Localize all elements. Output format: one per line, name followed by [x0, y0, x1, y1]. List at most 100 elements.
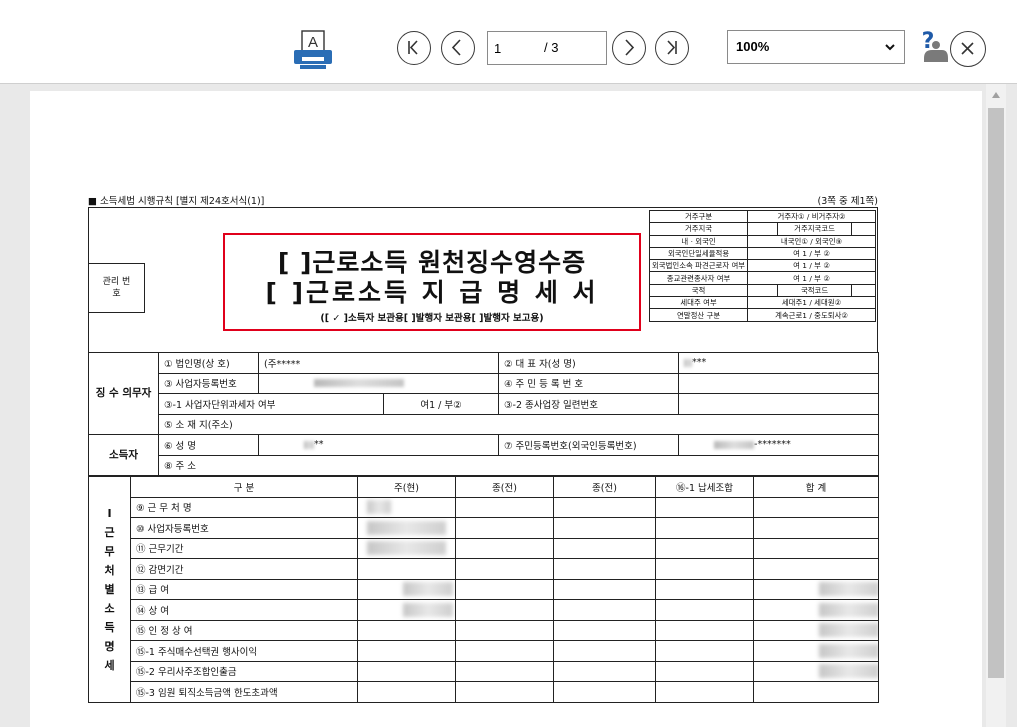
nationality-type-value: 내국인① / 외국인⑨	[747, 234, 876, 248]
earner-section-label: 소득자	[88, 434, 159, 476]
scroll-up-arrow-icon[interactable]	[992, 92, 1000, 98]
income-section-text: Ⅰ 근 무 처 별 소 득 명 세	[104, 506, 115, 672]
payer-address-label: ⑤ 소 재 지(주소)	[157, 413, 880, 435]
form-title-box: [ ]근로소득 원천징수영수증 [ ]근로소득 지 급 명 세 서 ([ ✓ ]…	[223, 233, 641, 331]
household-head-label: 세대주 여부	[648, 296, 749, 310]
close-button[interactable]	[950, 31, 986, 67]
resident-number-value	[678, 372, 880, 394]
income-col-total: 합 계	[753, 476, 879, 498]
row-label: ⑩ 사업자등록번호	[130, 517, 358, 539]
next-page-button[interactable]	[612, 31, 646, 65]
page-total: / 3	[544, 40, 559, 55]
last-page-button[interactable]	[655, 31, 689, 65]
table-row: ⑭ 상 여	[89, 599, 879, 621]
last-page-icon	[667, 40, 677, 55]
company-name-value: (주*****	[257, 352, 500, 374]
residence-country-code-label: 거주지국코드	[777, 222, 852, 236]
single-rate-value: 여 1 / 부 ②	[747, 246, 876, 261]
nationality-code-label: 국적코드	[777, 283, 852, 298]
residency-type-value: 거주자① / 비거주자②	[747, 209, 876, 224]
business-number-label: ③ 사업자등록번호	[158, 372, 259, 394]
unit-tax-label: ③-1 사업자단위과세자 여부	[158, 393, 384, 415]
row-label: ⑮-2 우리사주조합인출금	[130, 660, 358, 682]
tax-form: ■ 소득세법 시행규칙 [별지 제24호서식(1)] (3쪽 중 제1쪽) 관리…	[88, 191, 880, 703]
management-number-label: 관리 번호	[89, 263, 145, 313]
branch-serial-label: ③-2 종사업장 일련번호	[498, 393, 680, 415]
row-label: ⑮-1 주식매수선택권 행사이익	[130, 640, 358, 662]
form-rule-reference: ■ 소득세법 시행규칙 [별지 제24호서식(1)]	[88, 196, 265, 207]
earner-name-label: ⑥ 성 명	[158, 434, 259, 456]
income-col-label: 구 분	[130, 476, 358, 498]
earner-resident-number-label: ⑦ 주민등록번호(외국인등록번호)	[498, 434, 680, 456]
first-page-button[interactable]	[397, 31, 431, 65]
table-row: ⑬ 급 여	[89, 578, 879, 600]
row-label: ⑪ 근무기간	[130, 537, 358, 559]
redacted-cell	[357, 537, 456, 559]
print-icon: A	[294, 30, 332, 69]
viewer-toolbar: A / 3 100%	[0, 0, 1017, 84]
redacted-cell	[753, 578, 879, 600]
earner-resident-number-mask: -*******	[754, 439, 791, 451]
residence-country-value	[747, 222, 779, 236]
income-col-prev1: 종(전)	[455, 476, 554, 498]
redacted-cell	[753, 619, 879, 641]
nationality-code-value	[851, 283, 876, 298]
household-head-value: 세대주1 / 세대원②	[747, 296, 876, 310]
branch-serial-value	[678, 393, 880, 415]
nationality-value	[747, 283, 779, 298]
residency-type-label: 거주구분	[648, 209, 749, 224]
representative-mask: ***	[692, 357, 707, 369]
redacted-cell	[753, 660, 879, 682]
table-row: ⑮-1 주식매수선택권 행사이익	[89, 640, 879, 662]
income-col-main: 주(현)	[357, 476, 456, 498]
redacted-business-number	[314, 379, 404, 388]
redacted-cell	[357, 496, 456, 518]
representative-label: ② 대 표 자(성 명)	[498, 352, 680, 374]
form-header: 관리 번호 [ ]근로소득 원천징수영수증 [ ]근로소득 지 급 명 세 서 …	[88, 207, 878, 352]
nationality-label: 국적	[648, 283, 749, 298]
dispatched-worker-value: 여 1 / 부 ②	[747, 259, 876, 273]
prev-page-button[interactable]	[441, 31, 475, 65]
row-label: ⑫ 감면기간	[130, 558, 358, 580]
page-number-input[interactable]	[494, 39, 534, 57]
scroll-thumb[interactable]	[988, 108, 1004, 678]
form-copy-options: ([ ✓ ]소득자 보관용[ ]발행자 보관용[ ]발행자 보고용)	[320, 313, 544, 324]
chevron-down-icon	[885, 44, 895, 51]
residency-table: 거주구분 거주자① / 비거주자② 거주지국 거주지국코드 내 · 외국인 내국인① …	[648, 209, 876, 322]
company-name-label: ① 법인명(상 호)	[158, 352, 259, 374]
prev-page-icon	[451, 39, 461, 56]
zoom-select[interactable]: 100%	[727, 30, 905, 64]
redacted-rep-name	[684, 358, 693, 367]
row-label: ⑮ 인 정 상 여	[130, 619, 358, 641]
table-row: ⑪ 근무기간	[89, 537, 879, 559]
next-page-icon	[625, 39, 635, 56]
form-page-info: (3쪽 중 제1쪽)	[817, 196, 878, 207]
redacted-cell	[753, 599, 879, 621]
svg-text:A: A	[308, 34, 318, 51]
redacted-cell	[753, 640, 879, 662]
vertical-scrollbar[interactable]	[986, 84, 1006, 727]
representative-value: ***	[678, 352, 880, 374]
page-number-box: / 3	[487, 31, 607, 65]
resident-number-label: ④ 주 민 등 록 번 호	[498, 372, 680, 394]
print-button[interactable]: A	[290, 30, 338, 70]
row-label: ⑮-3 임원 퇴직소득금액 한도초과액	[130, 681, 358, 703]
income-col-prev2: 종(전)	[553, 476, 656, 498]
first-page-icon	[408, 40, 418, 55]
dispatched-worker-label: 외국법인소속 파견근로자 여부	[648, 259, 749, 273]
row-label: ⑭ 상 여	[130, 599, 358, 621]
payer-section-label: 징 수 의무자	[88, 352, 159, 435]
earner-address-label: ⑧ 주 소	[157, 454, 880, 476]
row-label: ⑬ 급 여	[130, 578, 358, 600]
close-icon	[961, 42, 974, 55]
table-row: ⑨ 근 무 처 명	[89, 496, 879, 518]
form-title-statement: [ ]근로소득 지 급 명 세 서	[265, 278, 599, 307]
table-row: ⑮-3 임원 퇴직소득금액 한도초과액	[89, 681, 879, 703]
redacted-earner-resident-number	[714, 440, 755, 449]
table-row: ⑮ 인 정 상 여	[89, 619, 879, 641]
business-number-value	[257, 372, 500, 394]
redacted-cell	[357, 517, 456, 539]
redacted-cell	[357, 578, 456, 600]
religious-worker-label: 종교관련종사자 여부	[648, 271, 749, 285]
earner-resident-number-value: -*******	[678, 434, 880, 456]
